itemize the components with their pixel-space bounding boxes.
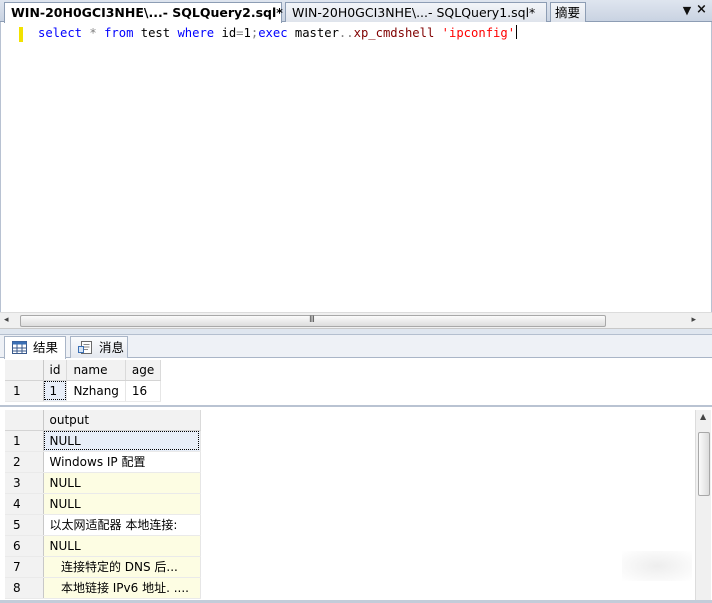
grid-icon	[12, 341, 27, 354]
row-number[interactable]: 1	[5, 430, 44, 452]
row-number[interactable]: 2	[5, 451, 44, 473]
query-editor[interactable]: select * from test where id=1;exec maste…	[0, 22, 712, 312]
results-pane: id name age 1 1 Nzhang 16 output 1 NULL …	[0, 358, 712, 603]
scrollbar-thumb[interactable]	[698, 432, 710, 496]
cell-output[interactable]: NULL	[43, 472, 201, 494]
cell-name[interactable]: Nzhang	[66, 380, 126, 402]
cell-output[interactable]: NULL	[43, 493, 201, 515]
editor-horizontal-scrollbar[interactable]: ◂ III ▸	[0, 312, 712, 329]
column-header-id[interactable]: id	[43, 360, 68, 381]
tab-sqlquery1[interactable]: WIN-20H0GCI3NHE\...- SQLQuery1.sql*	[285, 2, 547, 22]
watermark	[622, 551, 692, 581]
column-header-output[interactable]: output	[43, 410, 201, 431]
grid-vertical-scrollbar[interactable]: ▲	[695, 410, 711, 601]
table-row[interactable]: 4 NULL	[5, 493, 201, 515]
table-row[interactable]: 3 NULL	[5, 472, 201, 494]
table-row[interactable]: 7 连接特定的 DNS 后...	[5, 556, 201, 578]
scroll-left-icon[interactable]: ◂	[4, 315, 9, 325]
tab-results-label: 结果	[33, 340, 59, 355]
scroll-up-icon[interactable]: ▲	[700, 412, 706, 421]
code-token: =	[236, 26, 244, 40]
results-tab-strip: 结果 消息	[0, 335, 712, 359]
table-row[interactable]: 6 NULL	[5, 535, 201, 557]
code-token: id	[214, 26, 237, 40]
result-grid-1[interactable]: id name age 1 1 Nzhang 16	[5, 360, 162, 402]
code-line-1[interactable]: select * from test where id=1;exec maste…	[38, 25, 518, 41]
scroll-right-icon[interactable]: ▸	[691, 315, 696, 325]
grid-corner[interactable]	[5, 410, 44, 431]
scrollbar-grip-icon: III	[309, 315, 315, 325]
cell-output[interactable]: Windows IP 配置	[43, 451, 201, 473]
code-token: select	[38, 26, 83, 40]
table-row[interactable]: 8 本地链接 IPv6 地址. ....	[5, 577, 201, 599]
code-token: 'ipconfig'	[441, 26, 516, 40]
document-tab-strip: WIN-20H0GCI3NHE\...- SQLQuery2.sql* WIN-…	[0, 0, 712, 23]
cell-age[interactable]: 16	[125, 380, 162, 402]
cell-output[interactable]: 本地链接 IPv6 地址. ....	[43, 577, 201, 599]
cell-output[interactable]: 连接特定的 DNS 后...	[43, 556, 201, 578]
grid-corner[interactable]	[5, 360, 44, 381]
tab-messages-label: 消息	[99, 340, 125, 355]
row-number[interactable]: 7	[5, 556, 44, 578]
row-number[interactable]: 1	[5, 380, 44, 402]
row-number[interactable]: 8	[5, 577, 44, 599]
code-token: test	[133, 26, 178, 40]
column-header-name[interactable]: name	[66, 360, 126, 381]
code-token: 1	[243, 26, 251, 40]
text-caret	[516, 25, 518, 39]
table-row[interactable]: 5 以太网适配器 本地连接:	[5, 514, 201, 536]
row-number[interactable]: 6	[5, 535, 44, 557]
scrollbar-thumb[interactable]: III	[20, 315, 606, 327]
cell-output[interactable]: NULL	[43, 535, 201, 557]
table-row[interactable]: 1 NULL	[5, 430, 201, 452]
tab-summary[interactable]: 摘要	[550, 2, 586, 22]
column-header-age[interactable]: age	[125, 360, 162, 381]
row-number[interactable]: 3	[5, 472, 44, 494]
row-number[interactable]: 5	[5, 514, 44, 536]
tab-list-dropdown-icon[interactable]: ▼	[680, 4, 694, 18]
unsaved-change-marker	[19, 27, 23, 42]
table-row[interactable]: 1 1 Nzhang 16	[5, 380, 162, 402]
close-tab-icon[interactable]: ×	[696, 3, 708, 17]
message-icon	[78, 341, 92, 354]
code-token: where	[177, 26, 215, 40]
tab-sqlquery2[interactable]: WIN-20H0GCI3NHE\...- SQLQuery2.sql*	[4, 2, 283, 23]
code-token: xp_cmdshell	[353, 26, 435, 40]
cell-id[interactable]: 1	[43, 380, 68, 402]
code-token: exec	[258, 26, 288, 40]
code-token: master	[287, 26, 339, 40]
code-token: from	[104, 26, 134, 40]
cell-output[interactable]: NULL	[43, 430, 201, 452]
table-row[interactable]: 2 Windows IP 配置	[5, 451, 201, 473]
cell-output[interactable]: 以太网适配器 本地连接:	[43, 514, 201, 536]
tab-messages[interactable]: 消息	[70, 336, 128, 358]
row-number[interactable]: 4	[5, 493, 44, 515]
code-token: *	[89, 26, 97, 40]
result-grid-2[interactable]: output 1 NULL 2 Windows IP 配置 3 NULL 4 N…	[5, 410, 201, 599]
tab-results[interactable]: 结果	[4, 336, 66, 359]
code-token: ..	[338, 26, 354, 40]
